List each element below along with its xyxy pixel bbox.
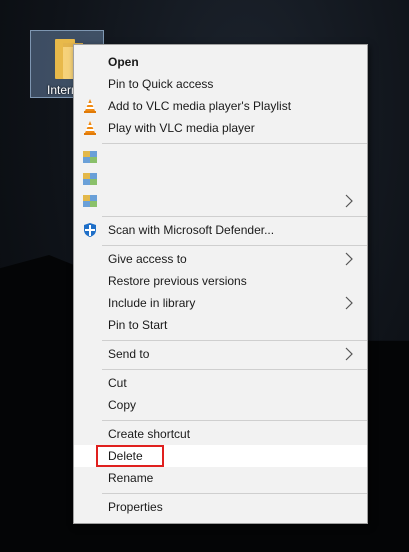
menu-item-rename[interactable]: Rename [74, 467, 367, 489]
archive-icon [83, 173, 97, 185]
menu-item-label: Open [108, 55, 139, 69]
menu-item-label: Play with VLC media player [108, 121, 255, 135]
menu-separator [102, 340, 367, 341]
menu-item-label: Scan with Microsoft Defender... [108, 223, 275, 237]
menu-item-label: Pin to Start [108, 318, 168, 332]
chevron-right-icon [345, 296, 353, 310]
chevron-right-icon [345, 347, 353, 361]
menu-item-label: Pin to Quick access [108, 77, 214, 91]
menu-item-vlc-play[interactable]: Play with VLC media player [74, 117, 367, 139]
menu-item-give-access[interactable]: Give access to [74, 248, 367, 270]
menu-item-delete[interactable]: Delete [74, 445, 367, 467]
chevron-right-icon [345, 252, 353, 266]
context-menu: Open Pin to Quick access Add to VLC medi… [73, 44, 368, 524]
menu-item-label: Restore previous versions [108, 274, 247, 288]
menu-item-label: Copy [108, 398, 137, 412]
chevron-right-icon [345, 194, 353, 208]
menu-item-send-to[interactable]: Send to [74, 343, 367, 365]
menu-item-open[interactable]: Open [74, 51, 367, 73]
defender-shield-icon [84, 223, 96, 237]
menu-item-label: Rename [108, 471, 154, 485]
menu-separator [102, 493, 367, 494]
menu-item-label: Add to VLC media player's Playlist [108, 99, 292, 113]
menu-item-pin-start[interactable]: Pin to Start [74, 314, 367, 336]
menu-separator [102, 245, 367, 246]
menu-item-archive-1[interactable] [74, 146, 367, 168]
menu-item-label: Properties [108, 500, 163, 514]
menu-item-include-library[interactable]: Include in library [74, 292, 367, 314]
menu-item-cut[interactable]: Cut [74, 372, 367, 394]
menu-item-properties[interactable]: Properties [74, 496, 367, 518]
menu-item-scan-defender[interactable]: Scan with Microsoft Defender... [74, 219, 367, 241]
menu-item-restore-versions[interactable]: Restore previous versions [74, 270, 367, 292]
menu-item-create-shortcut[interactable]: Create shortcut [74, 423, 367, 445]
menu-separator [102, 216, 367, 217]
vlc-cone-icon [84, 121, 96, 135]
menu-separator [102, 143, 367, 144]
vlc-cone-icon [84, 99, 96, 113]
menu-item-label: Send to [108, 347, 150, 361]
menu-item-label: Include in library [108, 296, 196, 310]
menu-item-label: Cut [108, 376, 127, 390]
menu-item-archive-2[interactable] [74, 168, 367, 190]
archive-icon [83, 195, 97, 207]
archive-icon [83, 151, 97, 163]
menu-item-copy[interactable]: Copy [74, 394, 367, 416]
menu-item-archive-3[interactable] [74, 190, 367, 212]
menu-separator [102, 369, 367, 370]
menu-item-label: Create shortcut [108, 427, 191, 441]
menu-item-vlc-add-playlist[interactable]: Add to VLC media player's Playlist [74, 95, 367, 117]
menu-item-pin-quick-access[interactable]: Pin to Quick access [74, 73, 367, 95]
menu-separator [102, 420, 367, 421]
delete-highlight-box [96, 445, 164, 467]
menu-item-label: Give access to [108, 252, 187, 266]
